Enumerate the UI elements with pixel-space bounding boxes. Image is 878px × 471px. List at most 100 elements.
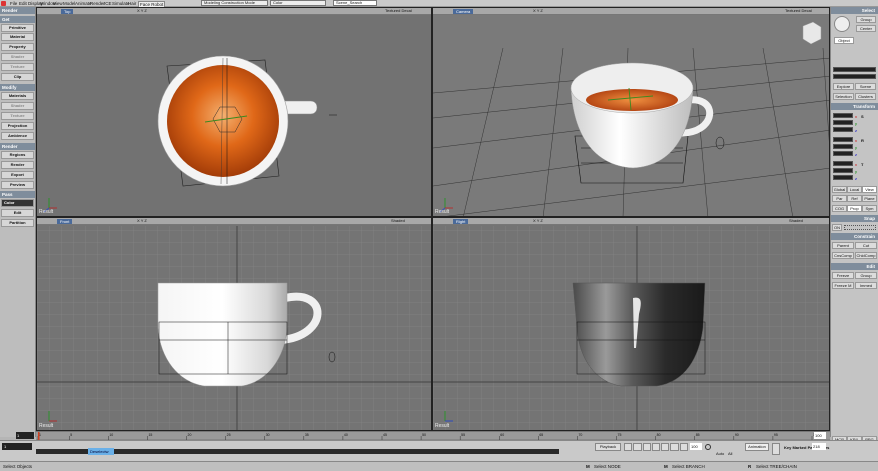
object-button[interactable]: Object bbox=[834, 37, 854, 44]
snap-options-icon[interactable] bbox=[844, 225, 876, 230]
first-frame-icon[interactable] bbox=[624, 443, 633, 451]
menu-ice[interactable]: ICE bbox=[104, 1, 112, 6]
select-name-field[interactable] bbox=[833, 74, 876, 79]
modify-texture-button[interactable]: Texture bbox=[1, 112, 34, 120]
render-button[interactable]: Render bbox=[1, 161, 34, 169]
menu-simulate[interactable]: Simulate bbox=[112, 1, 130, 6]
toolbar-render-header[interactable]: Render bbox=[0, 7, 35, 14]
translate-z-field[interactable] bbox=[833, 175, 853, 180]
viewport-top[interactable]: Top X Y Z Textured Decal Result bbox=[36, 7, 432, 217]
edit-group-button[interactable]: Group bbox=[855, 272, 877, 279]
timeline-tick-label: 70 bbox=[578, 433, 582, 437]
global-button[interactable]: Global bbox=[832, 186, 847, 193]
next-key-icon[interactable] bbox=[670, 443, 679, 451]
menu-view[interactable]: View bbox=[53, 1, 63, 6]
texture-button[interactable]: Texture bbox=[1, 63, 34, 71]
timeline-end-field[interactable]: 100 bbox=[814, 432, 826, 439]
menu-file[interactable]: File bbox=[10, 1, 17, 6]
viewport-front[interactable]: Front X Y Z Shaded Result bbox=[36, 217, 432, 431]
selection-button[interactable]: Selection bbox=[833, 93, 854, 100]
ref-button[interactable]: Ref bbox=[847, 195, 862, 202]
regions-button[interactable]: Regions bbox=[1, 151, 34, 159]
primitive-button[interactable]: Primitive bbox=[1, 24, 34, 32]
ambience-button[interactable]: Ambience bbox=[1, 132, 34, 140]
loop-icon[interactable] bbox=[705, 444, 711, 450]
immed-button[interactable]: Immed bbox=[855, 282, 877, 289]
scene-search-input[interactable]: Scene_Search bbox=[333, 0, 377, 6]
viewport-camera[interactable]: Camera X Y Z Textured Decal Result bbox=[432, 7, 830, 217]
viewport-right[interactable]: Right X Y Z Shaded Result bbox=[432, 217, 830, 431]
animation-menu-button[interactable]: Animation bbox=[745, 443, 769, 451]
cog-button[interactable]: COG bbox=[832, 205, 847, 212]
viewport-right-result-label: Result bbox=[435, 423, 450, 429]
menu-model[interactable]: Model bbox=[63, 1, 75, 6]
cnscomp-button[interactable]: CnsComp bbox=[832, 252, 854, 259]
snap-panel-header: Snap bbox=[831, 215, 878, 222]
timeline[interactable]: 1510152025303540455055606570758085909510… bbox=[16, 431, 830, 441]
current-frame-field[interactable]: 1 bbox=[2, 443, 32, 450]
property-button[interactable]: Property bbox=[1, 43, 34, 51]
camera-view-cube-icon[interactable] bbox=[802, 21, 822, 45]
scene-button[interactable]: Scene bbox=[855, 83, 876, 90]
modify-shader-button[interactable]: Shader bbox=[1, 102, 34, 110]
stop-icon[interactable] bbox=[651, 443, 661, 451]
key-icon[interactable] bbox=[772, 443, 780, 455]
menu-render[interactable]: Render bbox=[90, 1, 105, 6]
material-button[interactable]: Material bbox=[1, 33, 34, 41]
sym-button[interactable]: Sym bbox=[862, 205, 877, 212]
render-section-header: Render bbox=[0, 143, 35, 150]
parent-button[interactable]: Parent bbox=[832, 242, 854, 249]
prev-key-icon[interactable] bbox=[633, 443, 642, 451]
scrub-bar[interactable] bbox=[36, 449, 559, 454]
cut-button[interactable]: Cut bbox=[855, 242, 877, 249]
preview-button[interactable]: Preview bbox=[1, 181, 34, 189]
freeze-m-button[interactable]: Freeze M bbox=[832, 282, 854, 289]
scale-z-field[interactable] bbox=[833, 127, 853, 132]
chldcomp-button[interactable]: ChldComp bbox=[855, 252, 877, 259]
translate-y-field[interactable] bbox=[833, 168, 853, 173]
materials-button[interactable]: Materials bbox=[1, 92, 34, 100]
menu-hair[interactable]: Hair bbox=[128, 1, 136, 6]
rotate-y-label: y bbox=[855, 145, 857, 150]
timeline-start-field[interactable]: 1 bbox=[16, 432, 34, 439]
last-frame-icon[interactable] bbox=[679, 443, 688, 451]
view-button[interactable]: View bbox=[862, 186, 877, 193]
shader-button[interactable]: Shader bbox=[1, 53, 34, 61]
group-button[interactable]: Group bbox=[856, 16, 876, 23]
scale-y-field[interactable] bbox=[833, 120, 853, 125]
timeline-tick-label: 95 bbox=[774, 433, 778, 437]
pass-color-dropdown[interactable]: Color bbox=[1, 199, 34, 207]
partition-button[interactable]: Partition bbox=[1, 219, 34, 227]
animation-layer-field[interactable]: Deselectw bbox=[88, 448, 114, 455]
play-backward-icon[interactable] bbox=[642, 443, 651, 451]
export-button[interactable]: Export bbox=[1, 171, 34, 179]
select-arrow-icon[interactable] bbox=[834, 16, 850, 32]
pass-edit-button[interactable]: Edit bbox=[1, 209, 34, 217]
snap-on-button[interactable]: ON bbox=[832, 224, 842, 231]
rotate-x-field[interactable] bbox=[833, 137, 853, 142]
translate-x-field[interactable] bbox=[833, 161, 853, 166]
projection-button[interactable]: Projection bbox=[1, 122, 34, 130]
mode-combo[interactable]: Modeling Construction Mode bbox=[201, 0, 268, 6]
scale-x-field[interactable] bbox=[833, 113, 853, 118]
plane-button[interactable]: Plane bbox=[862, 195, 877, 202]
timeline-range-end-field[interactable]: 218 bbox=[812, 443, 826, 450]
select-panel-header: Select bbox=[831, 7, 878, 14]
prop-button[interactable]: Prop bbox=[847, 205, 862, 212]
scale-z-label: z bbox=[855, 128, 857, 133]
clip-button[interactable]: Clip bbox=[1, 73, 34, 81]
select-filter-field[interactable] bbox=[833, 67, 876, 72]
color-combo[interactable]: Color bbox=[270, 0, 326, 6]
freeze-button[interactable]: Freeze bbox=[832, 272, 854, 279]
rotate-y-field[interactable] bbox=[833, 144, 853, 149]
playback-button[interactable]: Playback bbox=[595, 443, 621, 451]
frame-end-field[interactable]: 100 bbox=[690, 443, 702, 450]
menu-edit[interactable]: Edit bbox=[19, 1, 27, 6]
center-button[interactable]: Center bbox=[856, 25, 876, 32]
clusters-button[interactable]: Clusters bbox=[855, 93, 876, 100]
explore-button[interactable]: Explore bbox=[833, 83, 854, 90]
play-forward-icon[interactable] bbox=[661, 443, 670, 451]
rotate-z-field[interactable] bbox=[833, 151, 853, 156]
local-button[interactable]: Local bbox=[847, 186, 862, 193]
par-button[interactable]: Par bbox=[832, 195, 847, 202]
